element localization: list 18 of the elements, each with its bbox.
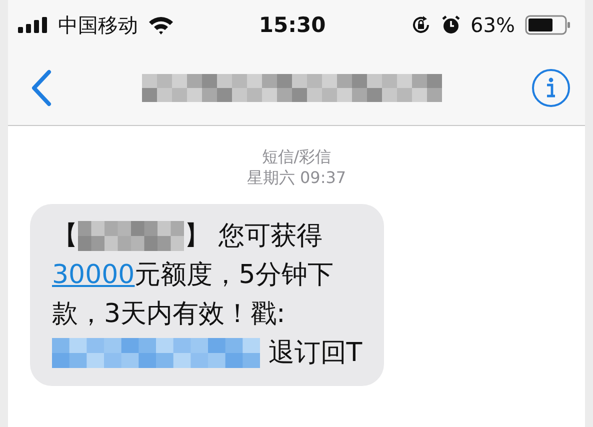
battery-icon: [525, 15, 571, 35]
message-text: 款，3天内有效！戳:: [52, 298, 286, 331]
battery-percent: 63%: [470, 13, 515, 37]
rotation-lock-icon: [410, 15, 431, 35]
message-text: 【: [52, 220, 78, 253]
message-timestamp: 星期六 09:37: [246, 167, 348, 188]
amount-link[interactable]: 30000: [52, 260, 135, 290]
carrier-name: 中国移动: [58, 12, 138, 38]
wifi-icon: [148, 16, 174, 34]
message-text: 元额度，5分钟下: [134, 259, 334, 292]
info-icon[interactable]: [531, 68, 571, 108]
service-label: 短信/彩信: [260, 146, 332, 167]
back-icon[interactable]: [30, 68, 52, 106]
message-text: 退订回T: [267, 337, 362, 370]
message-text: 】 您可获得: [184, 220, 322, 253]
alarm-icon: [440, 15, 461, 35]
signal-icon: [18, 17, 48, 33]
status-time: 15:30: [258, 13, 327, 37]
